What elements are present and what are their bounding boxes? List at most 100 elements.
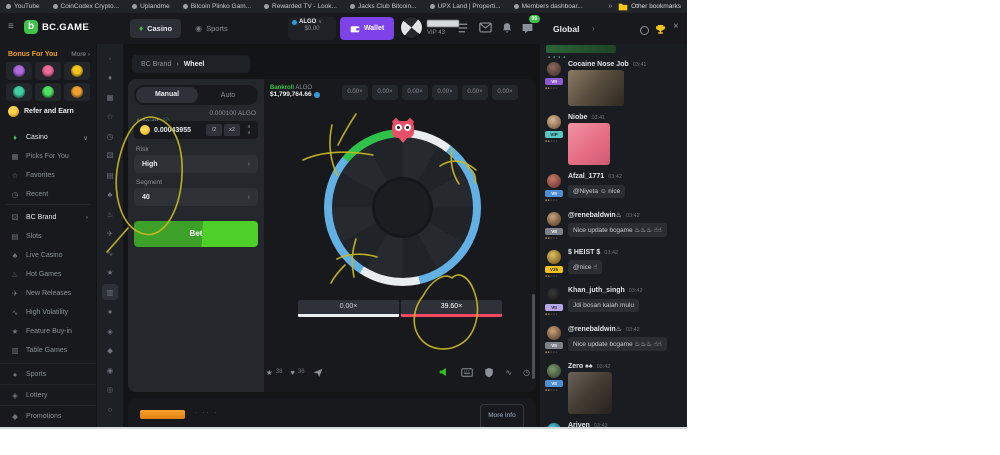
hamburger-menu-icon[interactable]: ≡: [8, 21, 14, 32]
bookmark-item[interactable]: Jacks Club Bitcoin...: [350, 3, 417, 10]
refer-and-earn[interactable]: Refer and Earn: [8, 106, 74, 117]
avatar[interactable]: [547, 288, 561, 302]
avatar[interactable]: [547, 326, 561, 340]
chat-username[interactable]: Afzal_1771: [568, 173, 604, 180]
bookmark-item[interactable]: UPX Land | Properti...: [430, 3, 501, 10]
chat-username[interactable]: @renebaldwin♨: [568, 211, 622, 219]
bookmark-item[interactable]: Members dashboar...: [514, 3, 583, 10]
tab-casino[interactable]: ♦ Casino: [130, 19, 181, 38]
rail-icon[interactable]: ◈: [102, 323, 118, 339]
other-bookmarks[interactable]: Other bookmarks: [618, 3, 681, 11]
rail-icon[interactable]: ♨: [102, 206, 118, 222]
close-icon[interactable]: ×: [673, 21, 679, 32]
star-icon[interactable]: ★: [266, 368, 273, 377]
history-multiplier-chip[interactable]: 0.00×: [342, 85, 368, 100]
sidebar-item[interactable]: ♦ Casino ∨: [0, 128, 96, 147]
bookmark-item[interactable]: Bitcoin Plinko Gam...: [183, 3, 251, 10]
wallet-button[interactable]: Wallet: [340, 17, 394, 40]
chat-room-title[interactable]: Global: [553, 24, 579, 34]
bets-list-icon[interactable]: [457, 22, 470, 35]
rail-icon[interactable]: ▥: [102, 284, 118, 300]
chat-username[interactable]: Niobe: [568, 114, 587, 121]
rail-icon[interactable]: ●: [102, 304, 118, 320]
rail-icon[interactable]: ⚄: [102, 148, 118, 164]
sidebar-item[interactable]: ▤ Slots: [0, 227, 96, 246]
avatar[interactable]: [547, 212, 561, 226]
chat-username[interactable]: Ariven: [568, 422, 590, 429]
bonus-tile[interactable]: [64, 83, 90, 101]
bonus-tile[interactable]: [64, 62, 90, 80]
chat-username[interactable]: $ HEIST $: [568, 249, 600, 256]
chat-username[interactable]: Zero ♠♠: [568, 363, 593, 370]
share-icon[interactable]: [313, 368, 323, 377]
chat-rules-icon[interactable]: [640, 26, 649, 35]
bonus-tile[interactable]: [6, 83, 32, 101]
sidebar-item[interactable]: ● Sports: [0, 363, 96, 384]
step-down-icon[interactable]: ∨: [247, 130, 251, 136]
fairness-shield-icon[interactable]: [484, 367, 494, 378]
rail-icon[interactable]: ○: [102, 401, 118, 417]
tab-manual[interactable]: Manual: [136, 87, 198, 103]
mail-icon[interactable]: [479, 22, 492, 35]
trophy-icon[interactable]: [655, 24, 666, 35]
sidebar-item[interactable]: ◷ Recent: [0, 185, 96, 204]
history-multiplier-chip[interactable]: 0.00×: [462, 85, 488, 100]
favorite-count[interactable]: ★ 38: [266, 368, 282, 377]
sidebar-item[interactable]: ☆ Favorites: [0, 166, 96, 185]
currency-selector[interactable]: ALGO ∨ $0.00: [288, 17, 336, 40]
avatar[interactable]: [547, 250, 561, 264]
sidebar-item[interactable]: ◆ Promotions: [0, 405, 96, 426]
rail-icon[interactable]: ♣: [102, 187, 118, 203]
bonus-tile[interactable]: [35, 62, 61, 80]
chevron-right-icon[interactable]: ›: [592, 24, 595, 33]
chat-gif[interactable]: [568, 372, 612, 414]
history-multiplier-chip[interactable]: 0.00×: [402, 85, 428, 100]
sidebar-item[interactable]: ★ Feature Buy-in: [0, 322, 96, 341]
bookmark-item[interactable]: Uplandme: [132, 3, 170, 10]
like-count[interactable]: ♥ 36: [290, 368, 304, 377]
bookmark-item[interactable]: YouTube: [6, 3, 40, 10]
rail-icon[interactable]: ◎: [102, 382, 118, 398]
bonus-tile[interactable]: [6, 62, 32, 80]
rail-icon[interactable]: ◦: [102, 50, 118, 66]
rail-icon[interactable]: ◆: [102, 343, 118, 359]
chat-gif[interactable]: [568, 70, 624, 106]
avatar[interactable]: [547, 62, 561, 76]
history-clock-icon[interactable]: ◷: [523, 368, 530, 377]
segment-select[interactable]: 40 ›: [134, 188, 258, 206]
tab-sports[interactable]: ◉ Sports: [187, 19, 236, 38]
rail-icon[interactable]: ▦: [102, 89, 118, 105]
user-avatar[interactable]: [400, 16, 423, 39]
notifications-bell-icon[interactable]: [501, 22, 514, 35]
heart-icon[interactable]: ♥: [290, 368, 294, 377]
tab-auto[interactable]: Auto: [198, 92, 258, 99]
avatar[interactable]: [547, 115, 561, 129]
bcgame-logo[interactable]: b BC.GAME: [24, 20, 89, 34]
breadcrumb-parent[interactable]: BC Brand: [141, 61, 171, 68]
avatar[interactable]: [547, 423, 561, 429]
rail-icon[interactable]: ∿: [102, 245, 118, 261]
chat-username[interactable]: Cocaine Nose Job: [568, 61, 629, 68]
bet-button[interactable]: Bet: [134, 221, 258, 247]
bonus-more-link[interactable]: More ›: [71, 51, 90, 58]
bookmark-item[interactable]: CoinCodex Crypto...: [53, 3, 120, 10]
rail-icon[interactable]: ◉: [102, 362, 118, 378]
history-multiplier-chip[interactable]: 0.00×: [372, 85, 398, 100]
sidebar-item[interactable]: ♣ Live Casino: [0, 246, 96, 265]
rail-icon[interactable]: ☆: [102, 109, 118, 125]
rail-icon[interactable]: ▤: [102, 167, 118, 183]
bookmarks-overflow-chevron[interactable]: »: [608, 3, 612, 10]
history-multiplier-chip[interactable]: 0.00×: [492, 85, 518, 100]
avatar[interactable]: [547, 174, 561, 188]
sidebar-item[interactable]: ◈ Lottery: [0, 384, 96, 405]
avatar[interactable]: [547, 364, 561, 378]
chat-username[interactable]: Khan_juth_singh: [568, 287, 625, 294]
chat-gif[interactable]: [568, 123, 610, 165]
hotkeys-icon[interactable]: [461, 368, 473, 377]
chat-username[interactable]: @renebaldwin♨: [568, 325, 622, 333]
sidebar-item[interactable]: ▦ Picks For You: [0, 147, 96, 166]
half-bet-button[interactable]: /2: [206, 124, 222, 136]
rail-icon[interactable]: ✈: [102, 226, 118, 242]
sidebar-item[interactable]: ⚄ BC Brand ›: [0, 208, 96, 227]
sound-icon[interactable]: [439, 367, 450, 377]
